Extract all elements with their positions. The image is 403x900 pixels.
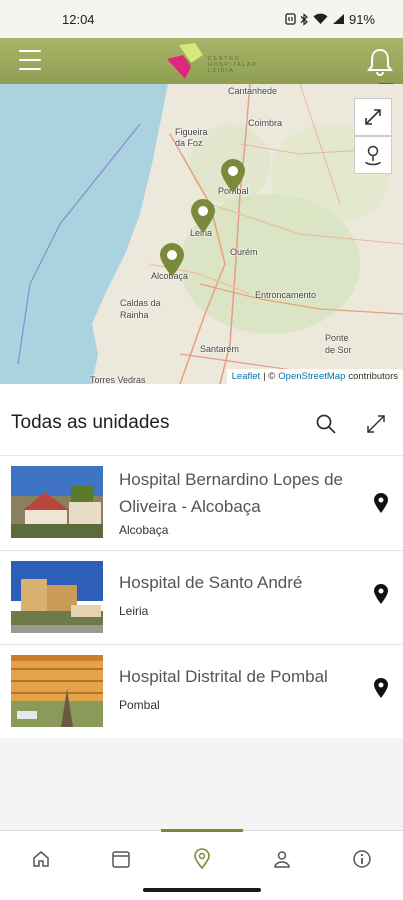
map-attribution: Leaflet | © OpenStreetMap contributors bbox=[226, 369, 403, 384]
map-label: Cantanhede bbox=[228, 86, 278, 96]
locate-icon[interactable] bbox=[354, 136, 392, 174]
unit-name: Hospital de Santo André bbox=[119, 573, 303, 592]
unit-item-leiria[interactable]: Hospital de Santo André Leiria bbox=[0, 551, 403, 645]
logo-mark bbox=[167, 43, 203, 79]
active-tab-indicator bbox=[161, 829, 243, 832]
map-marker-pombal[interactable] bbox=[219, 158, 247, 194]
unit-name: Hospital Distrital de Pombal bbox=[119, 667, 328, 686]
bottom-tab-bar bbox=[0, 829, 403, 886]
unit-photo bbox=[11, 561, 103, 633]
unit-photo bbox=[11, 466, 103, 538]
status-time: 12:04 bbox=[62, 11, 95, 27]
signal-icon bbox=[332, 14, 344, 24]
location-pin-icon[interactable] bbox=[182, 843, 222, 875]
nfc-icon bbox=[285, 13, 296, 25]
unit-item-alcobaca[interactable]: Hospital Bernardino Lopes de Oliveira - … bbox=[0, 455, 403, 551]
hamburger-menu-icon[interactable] bbox=[19, 50, 41, 70]
home-indicator[interactable] bbox=[143, 888, 261, 892]
map-marker-alcobaca[interactable] bbox=[158, 242, 186, 278]
unit-list: Hospital Bernardino Lopes de Oliveira - … bbox=[0, 455, 403, 739]
unit-city: Leiria bbox=[119, 604, 149, 618]
bluetooth-icon bbox=[300, 12, 308, 26]
unit-city: Pombal bbox=[119, 698, 160, 712]
map-label: Torres Vedras bbox=[90, 375, 146, 384]
unit-city: Alcobaça bbox=[119, 523, 169, 537]
attribution-contributors: contributors bbox=[348, 371, 398, 382]
osm-link[interactable]: OpenStreetMap bbox=[278, 371, 345, 382]
map-label: Caldas da Rainha bbox=[120, 298, 161, 320]
bell-icon[interactable] bbox=[366, 46, 394, 76]
logo-text: CENTRO HOSPITALAR LEIRIA bbox=[208, 56, 258, 74]
calendar-icon[interactable] bbox=[101, 843, 141, 875]
home-icon[interactable] bbox=[21, 843, 61, 875]
map-label: Entroncamento bbox=[255, 290, 317, 300]
info-icon[interactable] bbox=[342, 843, 382, 875]
attribution-separator: | © bbox=[263, 371, 276, 382]
list-empty-area bbox=[0, 738, 403, 830]
units-section-header: Todas as unidades bbox=[0, 398, 403, 450]
map-label: Figueira da Foz bbox=[175, 127, 208, 148]
unit-name: Hospital Bernardino Lopes de Oliveira - … bbox=[119, 470, 343, 516]
location-pin-icon[interactable] bbox=[372, 677, 390, 699]
search-icon[interactable] bbox=[315, 413, 337, 435]
location-pin-icon[interactable] bbox=[372, 492, 390, 514]
app-header: CENTRO HOSPITALAR LEIRIA 100 bbox=[0, 38, 403, 95]
unit-photo bbox=[11, 655, 103, 727]
section-title: Todas as unidades bbox=[11, 412, 170, 433]
fullscreen-icon[interactable] bbox=[354, 98, 392, 136]
user-icon[interactable] bbox=[262, 843, 302, 875]
map-label: Ponte de Sor bbox=[325, 333, 352, 355]
battery-percent: 91% bbox=[348, 11, 375, 27]
wifi-icon bbox=[313, 13, 328, 24]
unit-item-pombal[interactable]: Hospital Distrital de Pombal Pombal bbox=[0, 645, 403, 739]
system-nav-bar bbox=[0, 886, 403, 900]
map-label: Santarém bbox=[200, 344, 240, 354]
location-pin-icon[interactable] bbox=[372, 583, 390, 605]
leaflet-link[interactable]: Leaflet bbox=[232, 371, 261, 382]
map-view[interactable]: Cantanhede Coimbra Figueira da Foz Pomba… bbox=[0, 84, 403, 384]
map-label: Ourém bbox=[230, 247, 258, 257]
expand-icon[interactable] bbox=[365, 413, 387, 435]
hospital-logo: CENTRO HOSPITALAR LEIRIA bbox=[165, 41, 258, 81]
map-marker-leiria[interactable] bbox=[189, 198, 217, 234]
status-bar: 12:04 91% bbox=[0, 0, 403, 38]
status-icons: 91% bbox=[285, 12, 375, 27]
map-label: Coimbra bbox=[248, 118, 283, 128]
